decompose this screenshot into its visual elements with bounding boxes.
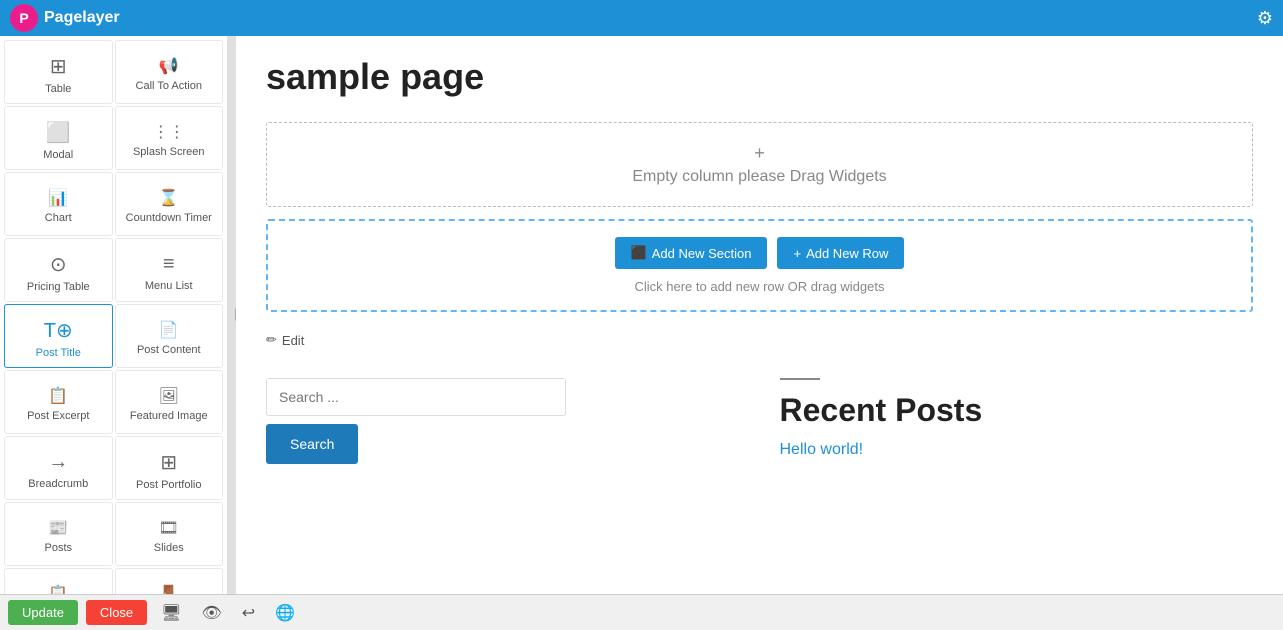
- logo: P Pagelayer: [10, 4, 120, 32]
- empty-column[interactable]: + Empty column please Drag Widgets: [266, 122, 1253, 207]
- desktop-icon[interactable]: 🖥: [155, 601, 187, 625]
- search-button[interactable]: Search: [266, 424, 358, 464]
- add-section-buttons: ⬛ Add New Section + Add New Row: [284, 237, 1235, 269]
- breadcrumb-icon: →: [48, 451, 68, 474]
- edit-label: Edit: [282, 333, 304, 348]
- sidebar-item-breadcrumb[interactable]: → Breadcrumb: [4, 436, 113, 500]
- sidebar-item-call-to-action[interactable]: 📢 Call To Action: [115, 40, 224, 104]
- slides-icon: 🎞: [159, 518, 179, 538]
- sidebar-item-post-portfolio-label: Post Portfolio: [136, 479, 201, 491]
- update-button[interactable]: Update: [8, 600, 78, 625]
- sidebar-item-table-label: Table: [45, 83, 71, 95]
- sidebar-item-chart[interactable]: 📊 Chart: [4, 172, 113, 236]
- sidebar-item-menu-list[interactable]: ≡ Menu List: [115, 238, 224, 302]
- sidebar-item-login[interactable]: 🚪 Login: [115, 568, 224, 594]
- sidebar-item-post-title[interactable]: T⊕ Post Title: [4, 304, 113, 368]
- post-content-icon: 📄: [159, 320, 179, 340]
- search-widget: Search: [266, 378, 740, 464]
- sidebar-item-pricing-table[interactable]: ⊙ Pricing Table: [4, 238, 113, 302]
- pricing-table-icon: ⊙: [50, 252, 67, 277]
- add-row-icon: +: [793, 246, 801, 261]
- recent-posts-divider: [780, 378, 820, 380]
- call-to-action-icon: 📢: [159, 56, 179, 76]
- modal-icon: ⬜: [46, 120, 71, 145]
- splash-screen-icon: ⋮⋮: [153, 122, 185, 142]
- add-section-hint: Click here to add new row OR drag widget…: [284, 279, 1235, 294]
- gear-icon[interactable]: ⚙: [1257, 8, 1273, 29]
- sidebar-item-countdown-timer-label: Countdown Timer: [126, 212, 212, 224]
- post-title-icon: T⊕: [44, 318, 73, 343]
- logo-circle: P: [10, 4, 38, 32]
- sidebar-item-featured-image[interactable]: 🖼 Featured Image: [115, 370, 224, 434]
- resize-handle[interactable]: ▕: [228, 36, 236, 594]
- logo-text: Pagelayer: [44, 9, 120, 27]
- history-icon[interactable]: ↩: [236, 601, 261, 625]
- table-icon: ⊞: [50, 54, 67, 79]
- edit-link[interactable]: ✏ Edit: [266, 332, 1253, 348]
- sidebar-item-post-title-label: Post Title: [36, 347, 81, 359]
- sidebar-item-post-content[interactable]: 📄 Post Content: [115, 304, 224, 368]
- sidebar-item-post-portfolio[interactable]: ⊞ Post Portfolio: [115, 436, 224, 500]
- sidebar-item-modal-label: Modal: [43, 149, 73, 161]
- menu-list-icon: ≡: [163, 253, 175, 276]
- content-area: sample page + Empty column please Drag W…: [236, 36, 1283, 594]
- sidebar-item-splash-screen-label: Splash Screen: [133, 146, 205, 158]
- close-button[interactable]: Close: [86, 600, 147, 625]
- edit-pencil-icon: ✏: [266, 332, 277, 348]
- sidebar-item-countdown-timer[interactable]: ⌛ Countdown Timer: [115, 172, 224, 236]
- chart-icon: 📊: [48, 188, 68, 208]
- login-icon: 🚪: [159, 584, 179, 594]
- search-input[interactable]: [266, 378, 566, 416]
- main-layout: ⊞ Table 📢 Call To Action ⬜ Modal ⋮⋮ Spla…: [0, 36, 1283, 594]
- posts-icon: 📰: [48, 518, 68, 538]
- recent-posts-title: Recent Posts: [780, 392, 1254, 429]
- add-new-row-button[interactable]: + Add New Row: [777, 237, 904, 269]
- sitemap-icon[interactable]: 🌐: [269, 601, 301, 625]
- close-label: Close: [100, 605, 133, 620]
- empty-column-plus-icon: +: [287, 143, 1232, 164]
- sidebar-item-contact-form[interactable]: 📋 Contact Form: [4, 568, 113, 594]
- sidebar-item-post-content-label: Post Content: [137, 344, 201, 356]
- page-title: sample page: [266, 56, 1253, 98]
- add-new-section-label: Add New Section: [652, 246, 752, 261]
- add-new-row-label: Add New Row: [806, 246, 888, 261]
- sidebar-item-call-to-action-label: Call To Action: [136, 80, 202, 92]
- empty-column-text: Empty column please Drag Widgets: [632, 168, 886, 185]
- sidebar-item-post-excerpt-label: Post Excerpt: [27, 410, 89, 422]
- recent-posts-section: Recent Posts Hello world!: [780, 378, 1254, 459]
- two-col-content: Search Recent Posts Hello world!: [266, 378, 1253, 464]
- post-portfolio-icon: ⊞: [160, 450, 177, 475]
- sidebar-item-posts[interactable]: 📰 Posts: [4, 502, 113, 566]
- recent-posts-link[interactable]: Hello world!: [780, 441, 864, 458]
- search-button-label: Search: [290, 436, 334, 452]
- top-bar: P Pagelayer ⚙: [0, 0, 1283, 36]
- add-new-section-button[interactable]: ⬛ Add New Section: [615, 237, 768, 269]
- sidebar-item-slides[interactable]: 🎞 Slides: [115, 502, 224, 566]
- sidebar-item-breadcrumb-label: Breadcrumb: [28, 478, 88, 490]
- sidebar-item-menu-list-label: Menu List: [145, 280, 193, 292]
- sidebar-item-modal[interactable]: ⬜ Modal: [4, 106, 113, 170]
- sidebar-grid: ⊞ Table 📢 Call To Action ⬜ Modal ⋮⋮ Spla…: [0, 36, 227, 594]
- logo-letter: P: [19, 10, 28, 26]
- countdown-timer-icon: ⌛: [159, 188, 179, 208]
- sidebar-item-table[interactable]: ⊞ Table: [4, 40, 113, 104]
- add-section-area[interactable]: ⬛ Add New Section + Add New Row Click he…: [266, 219, 1253, 312]
- contact-form-icon: 📋: [48, 584, 68, 594]
- sidebar: ⊞ Table 📢 Call To Action ⬜ Modal ⋮⋮ Spla…: [0, 36, 228, 594]
- sidebar-item-pricing-table-label: Pricing Table: [27, 281, 90, 293]
- add-section-icon: ⬛: [631, 245, 647, 261]
- sidebar-item-post-excerpt[interactable]: 📋 Post Excerpt: [4, 370, 113, 434]
- update-label: Update: [22, 605, 64, 620]
- eye-icon[interactable]: 👁: [195, 601, 227, 625]
- sidebar-item-chart-label: Chart: [45, 212, 72, 224]
- sidebar-item-featured-image-label: Featured Image: [130, 410, 208, 422]
- sidebar-item-posts-label: Posts: [44, 542, 72, 554]
- sidebar-item-splash-screen[interactable]: ⋮⋮ Splash Screen: [115, 106, 224, 170]
- featured-image-icon: 🖼: [159, 386, 179, 406]
- bottom-toolbar: Update Close 🖥 👁 ↩ 🌐: [0, 594, 1283, 630]
- post-excerpt-icon: 📋: [48, 386, 68, 406]
- sidebar-item-slides-label: Slides: [154, 542, 184, 554]
